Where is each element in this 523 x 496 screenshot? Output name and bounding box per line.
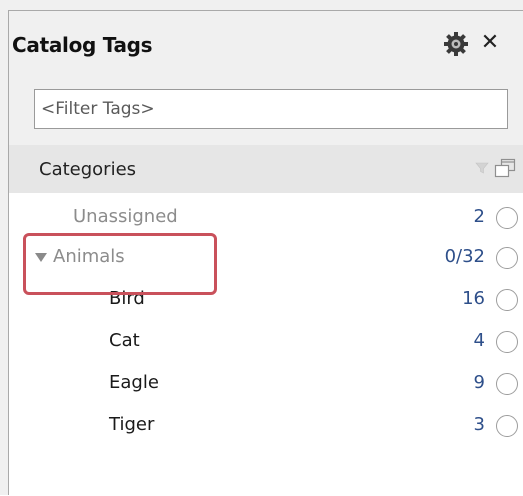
filter-tags-input[interactable] <box>34 89 508 129</box>
tag-count: 4 <box>473 330 485 351</box>
tag-label: Cat <box>109 330 140 351</box>
category-row-unassigned[interactable]: Unassigned 2 <box>9 197 523 237</box>
categories-header: Categories <box>9 145 523 193</box>
tag-count: 3 <box>473 414 485 435</box>
panel-title: Catalog Tags <box>12 33 153 57</box>
category-radio[interactable] <box>496 207 518 229</box>
category-count: 0/32 <box>444 246 485 267</box>
category-label: Unassigned <box>73 206 178 227</box>
close-icon[interactable]: ✕ <box>479 31 501 55</box>
panel-frame: Catalog Tags ✕ <Filter Tags> Categories … <box>8 10 523 496</box>
catalog-tags-panel: Catalog Tags ✕ <Filter Tags> Categories … <box>0 0 523 496</box>
collapse-all-icon[interactable] <box>493 157 517 179</box>
tag-count: 16 <box>462 288 485 309</box>
tag-radio[interactable] <box>496 331 518 353</box>
tag-row-cat[interactable]: Cat 4 <box>9 321 523 361</box>
tag-radio[interactable] <box>496 415 518 437</box>
filter-funnel-icon[interactable] <box>475 161 489 175</box>
title-bar: Catalog Tags ✕ <box>9 11 523 73</box>
tag-label: Tiger <box>109 414 155 435</box>
tag-label: Eagle <box>109 372 159 393</box>
categories-list: Categories Unassigned 2 Animals 0/32 Bir… <box>9 145 523 496</box>
categories-header-label: Categories <box>39 159 137 180</box>
tag-count: 9 <box>473 372 485 393</box>
category-count: 2 <box>473 206 485 227</box>
tag-row-tiger[interactable]: Tiger 3 <box>9 405 523 445</box>
gear-icon[interactable] <box>443 31 469 57</box>
category-radio[interactable] <box>496 247 518 269</box>
tag-radio[interactable] <box>496 373 518 395</box>
highlight-annotation <box>23 233 217 295</box>
tag-row-eagle[interactable]: Eagle 9 <box>9 363 523 403</box>
tag-radio[interactable] <box>496 289 518 311</box>
